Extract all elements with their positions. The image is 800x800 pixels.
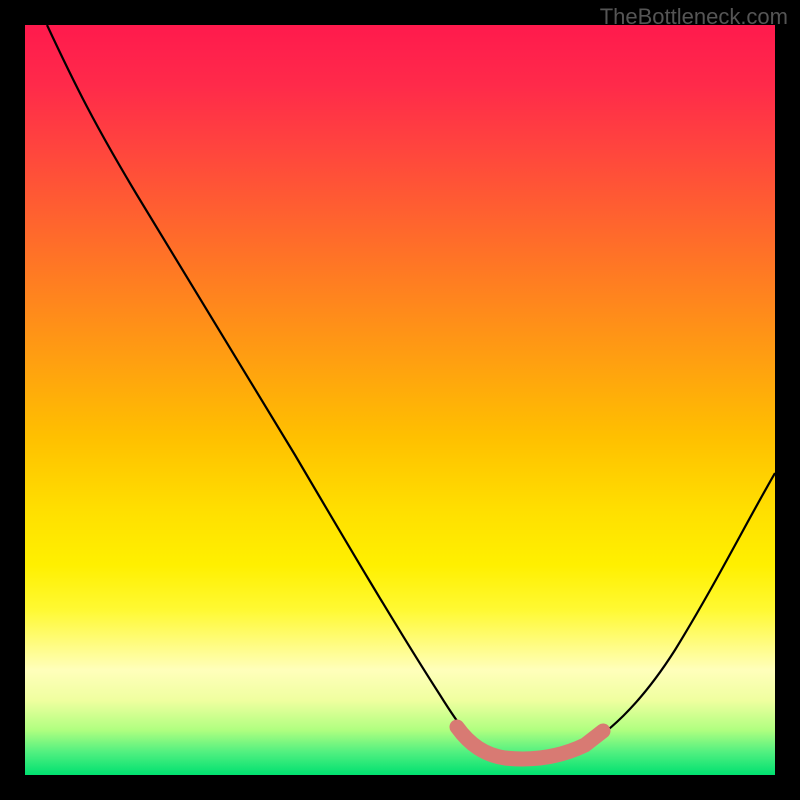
watermark-text: TheBottleneck.com [600,4,788,30]
chart-plot [25,25,775,775]
bottleneck-curve [47,25,775,760]
optimal-range-marker [455,725,605,759]
chart-frame: TheBottleneck.com [0,0,800,800]
